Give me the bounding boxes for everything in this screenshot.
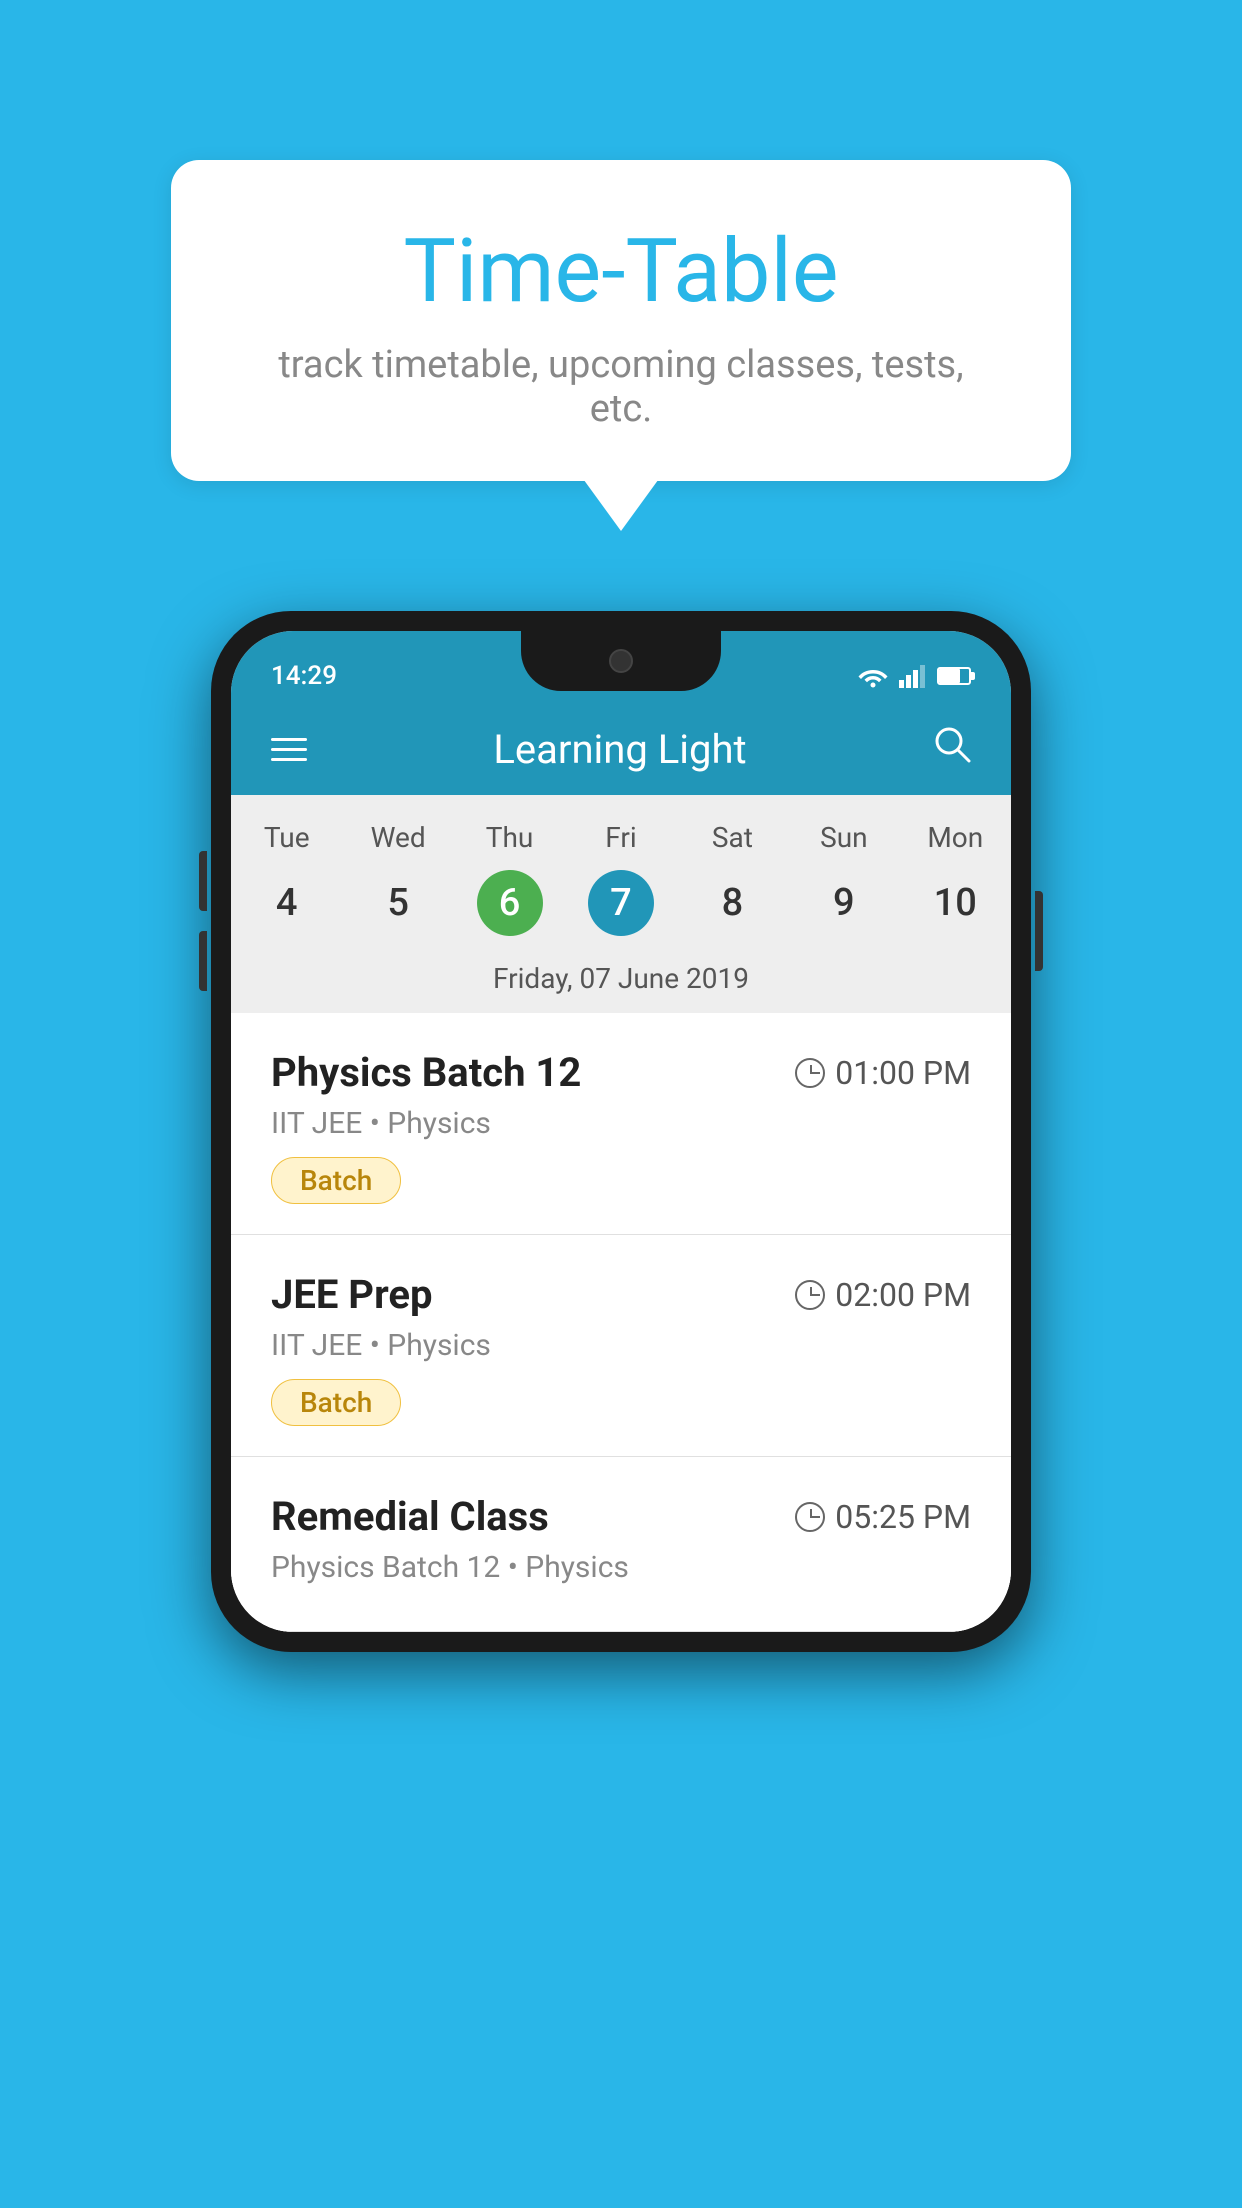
- signal-icon: [899, 664, 927, 688]
- schedule-item-1-time-text: 01:00 PM: [835, 1054, 971, 1092]
- schedule-item-2-time: 02:00 PM: [795, 1276, 971, 1314]
- status-icons: [857, 664, 971, 688]
- date-9[interactable]: 9: [788, 870, 899, 936]
- day-mon: Mon: [900, 813, 1011, 862]
- day-wed: Wed: [342, 813, 453, 862]
- wifi-icon: [857, 664, 889, 688]
- calendar-week: Tue Wed Thu Fri Sat Sun Mon 4 5 6 7 8 9 …: [231, 795, 1011, 1013]
- day-numbers: 4 5 6 7 8 9 10: [231, 862, 1011, 950]
- day-headers: Tue Wed Thu Fri Sat Sun Mon: [231, 795, 1011, 862]
- phone-notch: [521, 631, 721, 691]
- app-title: Learning Light: [493, 726, 746, 773]
- schedule-item-3-subtitle: Physics Batch 12 • Physics: [271, 1550, 971, 1585]
- schedule-item-2-subtitle: IIT JEE • Physics: [271, 1328, 971, 1363]
- tooltip-subtitle: track timetable, upcoming classes, tests…: [251, 343, 991, 431]
- schedule-item-1-tag: Batch: [271, 1157, 401, 1204]
- schedule-item-1-name: Physics Batch 12: [271, 1049, 581, 1096]
- date-10[interactable]: 10: [900, 870, 1011, 936]
- day-thu: Thu: [454, 813, 565, 862]
- selected-date-label: Friday, 07 June 2019: [231, 950, 1011, 1013]
- clock-icon-3: [795, 1502, 825, 1532]
- date-4[interactable]: 4: [231, 870, 342, 936]
- camera: [609, 649, 633, 673]
- day-tue: Tue: [231, 813, 342, 862]
- schedule-item-3[interactable]: Remedial Class 05:25 PM Physics Batch 12…: [231, 1457, 1011, 1632]
- schedule-item-2-name: JEE Prep: [271, 1271, 432, 1318]
- schedule-item-1-subtitle: IIT JEE • Physics: [271, 1106, 971, 1141]
- schedule-item-2-tag: Batch: [271, 1379, 401, 1426]
- day-fri: Fri: [565, 813, 676, 862]
- date-5[interactable]: 5: [342, 870, 453, 936]
- status-time: 14:29: [271, 661, 337, 691]
- vol-down-button: [199, 931, 207, 991]
- app-header: Learning Light: [231, 703, 1011, 795]
- clock-icon-2: [795, 1280, 825, 1310]
- phone-mockup: 14:29: [211, 611, 1031, 1652]
- date-6-today[interactable]: 6: [477, 870, 543, 936]
- date-8[interactable]: 8: [677, 870, 788, 936]
- schedule-item-3-time-text: 05:25 PM: [835, 1498, 971, 1536]
- schedule-item-3-header: Remedial Class 05:25 PM: [271, 1493, 971, 1540]
- schedule-item-3-name: Remedial Class: [271, 1493, 549, 1540]
- vol-up-button: [199, 851, 207, 911]
- schedule-item-1-time: 01:00 PM: [795, 1054, 971, 1092]
- day-sun: Sun: [788, 813, 899, 862]
- power-button: [1035, 891, 1043, 971]
- menu-icon[interactable]: [271, 738, 307, 761]
- schedule-list: Physics Batch 12 01:00 PM IIT JEE • Phys…: [231, 1013, 1011, 1632]
- battery-icon: [937, 667, 971, 685]
- tooltip-title: Time-Table: [251, 220, 991, 323]
- schedule-item-2-header: JEE Prep 02:00 PM: [271, 1271, 971, 1318]
- tooltip-card: Time-Table track timetable, upcoming cla…: [171, 160, 1071, 481]
- schedule-item-2[interactable]: JEE Prep 02:00 PM IIT JEE • Physics Batc…: [231, 1235, 1011, 1457]
- schedule-item-2-time-text: 02:00 PM: [835, 1276, 971, 1314]
- search-button[interactable]: [933, 725, 971, 773]
- phone-screen: 14:29: [231, 631, 1011, 1632]
- date-7-selected[interactable]: 7: [588, 870, 654, 936]
- schedule-item-1[interactable]: Physics Batch 12 01:00 PM IIT JEE • Phys…: [231, 1013, 1011, 1235]
- schedule-item-3-time: 05:25 PM: [795, 1498, 971, 1536]
- day-sat: Sat: [677, 813, 788, 862]
- schedule-item-1-header: Physics Batch 12 01:00 PM: [271, 1049, 971, 1096]
- clock-icon-1: [795, 1058, 825, 1088]
